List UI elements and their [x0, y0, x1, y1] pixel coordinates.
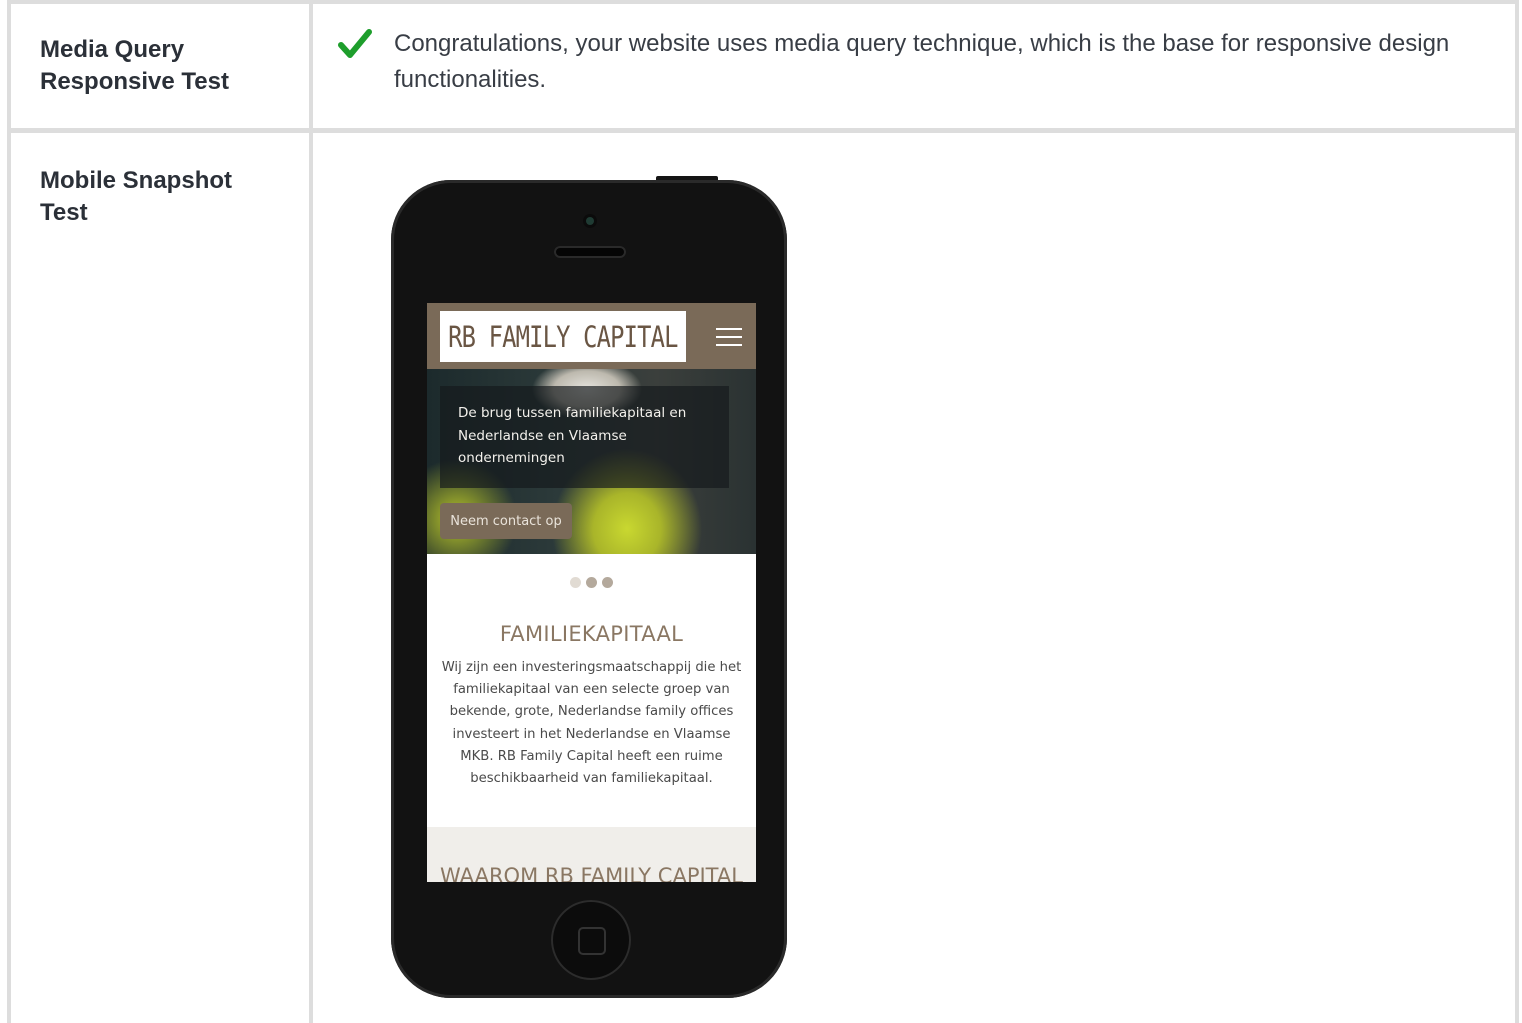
row-label-line: Test: [40, 199, 88, 226]
site-logo[interactable]: RB FAMILY CAPITAL: [440, 311, 686, 362]
hero-caption: De brug tussen familiekapitaal en Nederl…: [458, 405, 687, 466]
phone-home-button: [551, 900, 631, 980]
site-logo-text: RB FAMILY CAPITAL: [448, 319, 678, 354]
row-label-media-query: Media Query Responsive Test: [40, 34, 229, 98]
section-title: FAMILIEKAPITAAL: [499, 622, 684, 646]
row-divider: [7, 128, 1519, 133]
row-label-line: Media Query: [40, 36, 185, 63]
row-label-mobile-snapshot: Mobile Snapshot Test: [40, 165, 232, 229]
slider-dots: [570, 577, 613, 589]
table-border-top: [7, 0, 1519, 4]
row-label-line: Responsive Test: [40, 68, 229, 95]
section-why-title: WAAROM RB FAMILY CAPITAL: [440, 864, 743, 882]
slider-dot[interactable]: [570, 577, 581, 588]
check-icon: [338, 29, 372, 58]
media-query-message: Congratulations, your website uses media…: [394, 30, 1450, 93]
slider-dot[interactable]: [602, 577, 613, 588]
hero-caption-panel: De brug tussen familiekapitaal en Nederl…: [440, 386, 729, 488]
section-why: WAAROM RB FAMILY CAPITAL: [427, 827, 756, 882]
phone-camera-icon: [586, 217, 594, 225]
section-body: Wij zijn een investeringsmaatschappij di…: [441, 660, 742, 787]
contact-button[interactable]: Neem contact op: [440, 503, 572, 539]
phone-mockup: RB FAMILY CAPITAL De brug tussen familie…: [391, 180, 787, 998]
table-border-right: [1515, 0, 1519, 1023]
slider-dot[interactable]: [586, 577, 597, 588]
hamburger-menu-icon[interactable]: [716, 328, 742, 346]
row-label-line: Mobile Snapshot: [40, 167, 232, 194]
column-divider: [309, 0, 313, 1023]
phone-speaker: [554, 246, 626, 258]
mobile-snapshot-screen: RB FAMILY CAPITAL De brug tussen familie…: [427, 303, 756, 882]
table-border-left: [7, 0, 11, 1023]
hero-banner: De brug tussen familiekapitaal en Nederl…: [427, 369, 756, 554]
site-header: RB FAMILY CAPITAL: [427, 303, 756, 369]
home-square-icon: [578, 927, 606, 955]
